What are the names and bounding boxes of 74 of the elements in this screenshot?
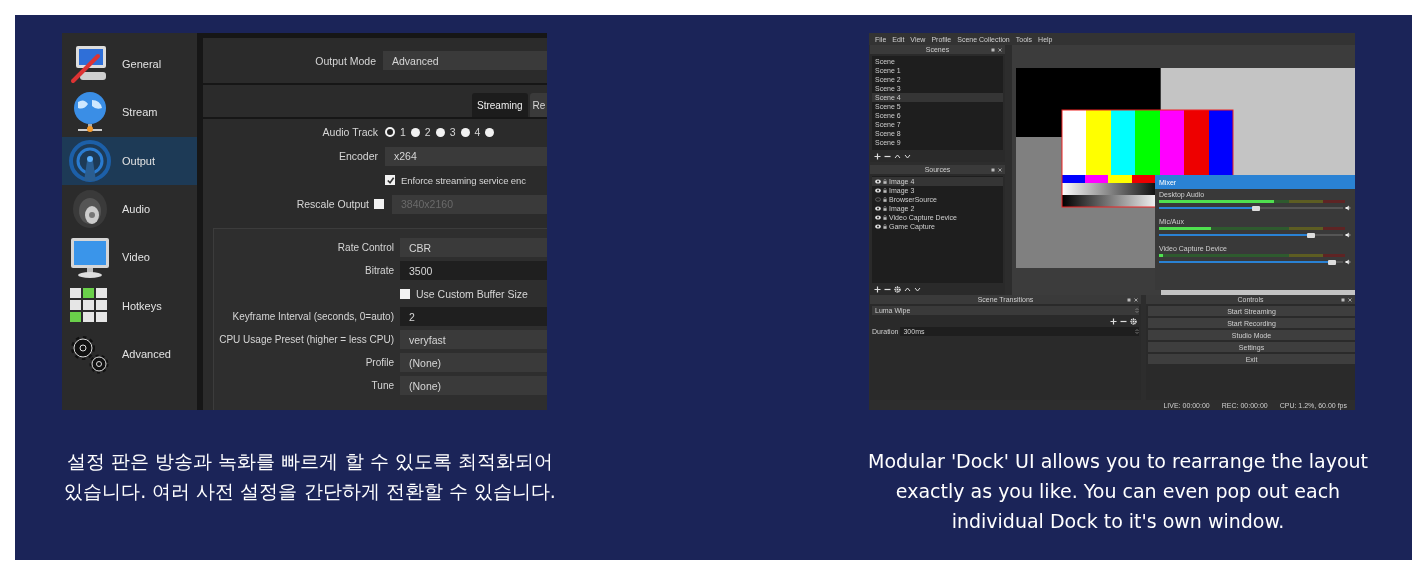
down-chevron-icon xyxy=(904,152,911,160)
speaker-icon xyxy=(1345,205,1351,211)
field-label: Keyframe Interval (seconds, 0=auto) xyxy=(232,311,394,322)
up-chevron-icon xyxy=(894,152,901,160)
slider-handle[interactable] xyxy=(1252,205,1261,211)
close-icon xyxy=(1134,297,1138,302)
dropdown-field[interactable]: (None) xyxy=(400,353,547,372)
close-icon xyxy=(1348,297,1352,302)
checkbox-label: Use Custom Buffer Size xyxy=(416,287,528,300)
dropdown-field[interactable]: CBR xyxy=(400,238,547,257)
slider-handle[interactable] xyxy=(1307,232,1316,238)
radio-label: 1 xyxy=(400,126,406,138)
plus-icon xyxy=(874,152,881,160)
float-icon xyxy=(1127,297,1131,302)
dropdown-field[interactable]: veryfast xyxy=(400,330,547,349)
sidebar-item[interactable]: General xyxy=(62,40,197,89)
settings-icon xyxy=(894,285,901,293)
field-label: Bitrate xyxy=(365,265,394,276)
radio-button[interactable] xyxy=(485,127,495,137)
lock-icon xyxy=(883,224,887,229)
plus-icon xyxy=(874,285,881,293)
dropdown-field[interactable]: x264 xyxy=(385,146,547,166)
up-chevron-icon xyxy=(904,285,911,293)
radio-button[interactable] xyxy=(460,127,470,137)
sidebar-item[interactable]: Hotkeys xyxy=(62,281,197,330)
radio-button[interactable] xyxy=(410,127,420,137)
lock-icon xyxy=(883,179,887,184)
radio-button[interactable] xyxy=(385,127,395,137)
sidebar-item[interactable]: Audio xyxy=(62,184,197,234)
field-label: Audio Track xyxy=(322,126,378,138)
sidebar-item[interactable]: Video xyxy=(62,233,197,282)
sidebar-item[interactable]: Stream xyxy=(62,88,197,137)
sidebar-item[interactable]: Advanced xyxy=(62,329,197,379)
tab[interactable]: Streaming xyxy=(472,93,528,117)
float-icon xyxy=(991,47,995,52)
checkbox-label: Enforce streaming service enc xyxy=(401,174,526,186)
tab[interactable]: Re xyxy=(529,93,547,117)
field-label: Output Mode xyxy=(315,54,376,67)
radio-label: 3 xyxy=(449,126,456,138)
caption-text: Modular 'Dock' UI allows you to rearrange the layout exactly as you like. You can even pop out each individual Dock to it's own window. xyxy=(867,449,1369,534)
field-label: Profile xyxy=(365,357,394,368)
close-icon xyxy=(998,167,1002,172)
field-label: CPU Usage Preset (higher = less CPU) xyxy=(219,334,394,345)
slider-handle[interactable] xyxy=(1327,259,1336,265)
checkbox[interactable] xyxy=(385,175,395,185)
radio-button[interactable] xyxy=(435,127,445,137)
lock-icon xyxy=(883,206,887,211)
float-icon xyxy=(991,167,995,172)
speaker-icon xyxy=(1345,232,1351,238)
field-label: Tune xyxy=(371,380,394,391)
close-icon xyxy=(998,47,1002,52)
down-chevron-icon xyxy=(914,285,921,293)
field-label: Rate Control xyxy=(337,242,394,253)
field-label: Encoder xyxy=(338,150,378,162)
lock-icon xyxy=(883,197,887,202)
speaker-icon xyxy=(1345,259,1351,265)
monitor-icon xyxy=(68,235,112,280)
radio-label: 2 xyxy=(424,126,431,138)
dropdown-field[interactable]: (None) xyxy=(400,376,547,395)
lock-icon xyxy=(883,215,887,220)
plus-icon xyxy=(1110,317,1117,325)
lock-icon xyxy=(883,188,887,193)
sidebar-item[interactable]: Output xyxy=(62,136,197,185)
antenna-signal-icon xyxy=(68,138,112,183)
radio-label: 4 xyxy=(474,126,481,138)
input-field[interactable]: 3500 xyxy=(400,261,547,280)
field-label: Rescale Output xyxy=(296,198,369,210)
input-field[interactable]: 2 xyxy=(400,307,547,326)
dropdown-field[interactable]: Advanced xyxy=(383,51,547,70)
caption-text: 설정 판은 방송과 녹화를 빠르게 할 수 있도록 최적화되어 있습니다. 여러 사전 설정을 간단하게 전환할 수 있습니다. xyxy=(63,449,557,504)
float-icon xyxy=(1341,297,1345,302)
check-icon xyxy=(385,175,395,185)
checkbox[interactable] xyxy=(400,288,410,299)
settings-icon xyxy=(1130,317,1137,325)
